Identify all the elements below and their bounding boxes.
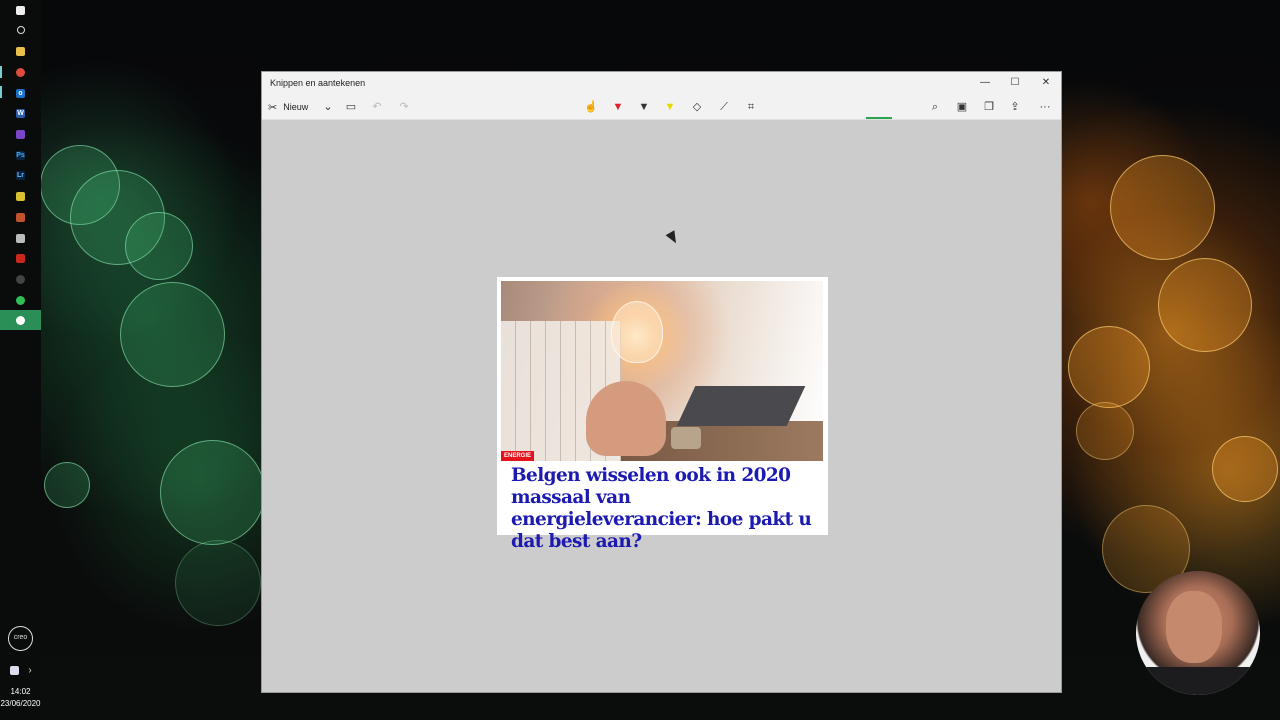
undo-icon[interactable]: ↶ <box>366 97 388 117</box>
app-icon[interactable] <box>0 207 41 227</box>
wallpaper-bokeh <box>120 282 225 387</box>
wallpaper-bokeh <box>1110 155 1215 260</box>
wallpaper-bokeh <box>160 440 265 545</box>
captured-snip[interactable]: ENERGIE Belgen wisselen ook in 2020 mass… <box>497 277 828 552</box>
ruler-icon[interactable]: ⟋ <box>713 97 735 117</box>
webcam-shirt <box>1136 667 1260 695</box>
windows-start-icon[interactable] <box>0 0 41 20</box>
chevron-right-icon[interactable]: › <box>22 660 38 680</box>
new-label: Nieuw <box>283 102 309 112</box>
running-indicator <box>0 86 2 98</box>
photo-coins <box>671 427 701 449</box>
chrome-icon[interactable] <box>0 62 41 82</box>
mail-icon[interactable] <box>0 248 41 268</box>
clock-date: 23/06/2020 <box>0 699 41 708</box>
share-icon[interactable]: ⇪ <box>1004 97 1026 117</box>
file-explorer-icon[interactable] <box>0 41 41 61</box>
maximize-button[interactable]: ☐ <box>1000 72 1030 94</box>
outlook-icon[interactable]: o <box>0 83 41 103</box>
highlighter-icon[interactable]: ▼ <box>659 97 681 117</box>
search-icon[interactable] <box>0 20 41 40</box>
wallpaper-bokeh <box>1212 436 1278 502</box>
close-button[interactable]: ✕ <box>1031 72 1061 94</box>
snip-sketch-window: Knippen en aantekenen — ☐ ✕ ✂ Nieuw ⌄ ▭ … <box>261 71 1062 693</box>
wallpaper-bokeh <box>1158 258 1252 352</box>
redo-icon[interactable]: ↷ <box>393 97 415 117</box>
webcam-overlay <box>1136 571 1260 695</box>
lightroom-icon[interactable]: Lr <box>0 165 41 185</box>
new-snip-icon: ✂ <box>268 101 278 114</box>
whatsapp-icon[interactable] <box>0 290 41 310</box>
canvas[interactable]: ENERGIE Belgen wisselen ook in 2020 mass… <box>262 120 1061 692</box>
toolbar: ✂ Nieuw ⌄ ▭ ↶ ↷ ☝ ▼ ▼ ▼ ◇ ⟋ ⌗ ⌕ ▣ ❐ ⇪ ··… <box>262 94 1061 120</box>
visual-studio-icon[interactable] <box>0 124 41 144</box>
creo-logo: creo <box>8 626 33 651</box>
category-badge: ENERGIE <box>501 451 535 461</box>
chevron-down-icon[interactable]: ⌄ <box>317 97 339 117</box>
taskbar: o W Ps Lr creo › 14:02 23/06/2020 <box>0 0 41 720</box>
selected-tool-indicator <box>866 117 892 119</box>
touch-writing-icon[interactable]: ☝ <box>580 97 602 117</box>
photoshop-icon[interactable]: Ps <box>0 145 41 165</box>
copy-icon[interactable]: ❐ <box>978 97 1000 117</box>
wallpaper-bokeh <box>44 462 90 508</box>
running-indicator <box>0 66 2 78</box>
webcam-face <box>1166 591 1222 663</box>
pencil-icon[interactable]: ▼ <box>633 97 655 117</box>
python-icon[interactable] <box>0 186 41 206</box>
eraser-icon[interactable]: ◇ <box>686 97 708 117</box>
lightbulb-icon <box>611 301 663 363</box>
taskbar-clock[interactable]: 14:02 23/06/2020 <box>0 686 41 710</box>
media-icon[interactable] <box>0 269 41 289</box>
snip-sketch-icon[interactable] <box>0 310 41 330</box>
ballpoint-pen-icon[interactable]: ▼ <box>607 97 629 117</box>
dropbox-icon[interactable] <box>4 660 24 680</box>
photo-hand <box>586 381 666 456</box>
zoom-icon[interactable]: ⌕ <box>924 97 946 117</box>
creo-label: creo <box>13 634 28 641</box>
more-icon[interactable]: ··· <box>1034 97 1056 117</box>
open-file-icon[interactable]: ▭ <box>340 97 362 117</box>
wallpaper-bokeh <box>1068 326 1150 408</box>
word-icon[interactable]: W <box>0 103 41 123</box>
wallpaper-bokeh <box>1076 402 1134 460</box>
snip-photo <box>501 281 823 461</box>
title-bar[interactable]: Knippen en aantekenen — ☐ ✕ <box>262 72 1061 94</box>
crop-icon[interactable]: ⌗ <box>740 97 762 117</box>
clock-time: 14:02 <box>10 687 31 696</box>
save-icon[interactable]: ▣ <box>951 97 973 117</box>
wallpaper-bokeh <box>125 212 193 280</box>
minimize-button[interactable]: — <box>970 72 1000 94</box>
photo-laptop <box>676 386 806 426</box>
wallpaper-bokeh <box>175 540 261 626</box>
article-headline: Belgen wisselen ook in 2020 massaal van … <box>511 465 812 552</box>
notepad-icon[interactable] <box>0 228 41 248</box>
window-title: Knippen en aantekenen <box>270 78 366 88</box>
mouse-cursor-icon <box>665 230 681 246</box>
new-button[interactable]: ✂ Nieuw <box>268 97 308 117</box>
